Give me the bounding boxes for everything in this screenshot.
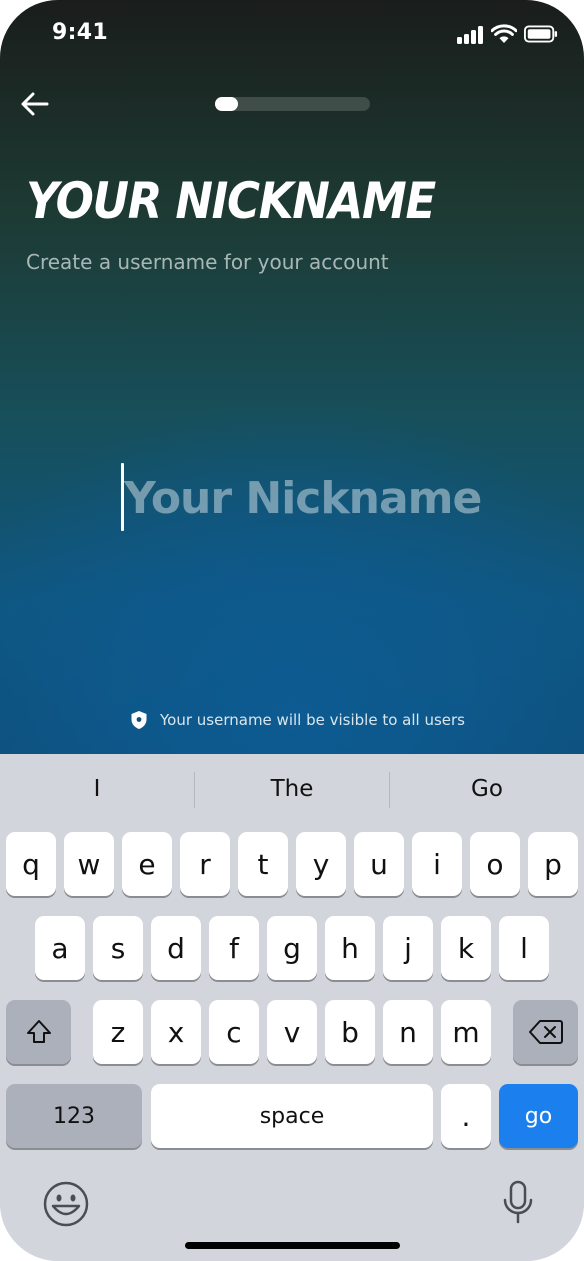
nickname-input[interactable] [118, 460, 524, 536]
home-indicator [185, 1242, 400, 1249]
key-t[interactable]: t [238, 832, 288, 896]
key-p[interactable]: p [528, 832, 578, 896]
key-m[interactable]: m [441, 1000, 491, 1064]
visibility-notice: Your username will be visible to all use… [130, 710, 465, 730]
key-i[interactable]: i [412, 832, 462, 896]
shield-icon [131, 711, 147, 729]
shift-arrow-icon [26, 1020, 51, 1043]
key-b[interactable]: b [325, 1000, 375, 1064]
wifi-icon [491, 24, 517, 43]
suggestion-bar: I The Go [0, 754, 584, 826]
suggestion-item[interactable]: The [195, 776, 389, 802]
key-x[interactable]: x [151, 1000, 201, 1064]
onboarding-progress-fill [215, 97, 239, 111]
text-cursor [121, 463, 124, 531]
key-j[interactable]: j [383, 916, 433, 980]
key-v[interactable]: v [267, 1000, 317, 1064]
period-key[interactable]: . [441, 1084, 491, 1148]
key-w[interactable]: w [64, 832, 114, 896]
key-f[interactable]: f [209, 916, 259, 980]
key-c[interactable]: c [209, 1000, 259, 1064]
key-k[interactable]: k [441, 916, 491, 980]
page-subtitle: Create a username for your account [26, 250, 389, 274]
space-key[interactable]: space [151, 1084, 433, 1148]
key-o[interactable]: o [470, 832, 520, 896]
key-n[interactable]: n [383, 1000, 433, 1064]
backspace-icon [528, 1020, 563, 1044]
key-h[interactable]: h [325, 916, 375, 980]
key-q[interactable]: q [6, 832, 56, 896]
suggestion-item[interactable]: Go [390, 776, 584, 802]
key-y[interactable]: y [296, 832, 346, 896]
numbers-key[interactable]: 123 [6, 1084, 142, 1148]
key-r[interactable]: r [180, 832, 230, 896]
back-arrow-icon[interactable] [20, 90, 50, 118]
key-d[interactable]: d [151, 916, 201, 980]
shift-key[interactable] [6, 1000, 71, 1064]
key-a[interactable]: a [35, 916, 85, 980]
phone-screen: 9:41 YOUR NICKNAME Create a username for… [0, 0, 584, 1261]
emoji-icon[interactable] [42, 1180, 90, 1228]
onboarding-progress-bar [215, 97, 370, 111]
cellular-signal-icon [457, 26, 485, 44]
key-u[interactable]: u [354, 832, 404, 896]
status-time: 9:41 [52, 20, 108, 45]
go-key[interactable]: go [499, 1084, 578, 1148]
delete-key[interactable] [513, 1000, 578, 1064]
visibility-notice-text: Your username will be visible to all use… [160, 711, 465, 729]
on-screen-keyboard: I The Go q w e r t y u i o p a s d f g h… [0, 754, 584, 1261]
key-e[interactable]: e [122, 832, 172, 896]
key-l[interactable]: l [499, 916, 549, 980]
battery-icon [524, 25, 558, 43]
microphone-icon[interactable] [502, 1180, 534, 1226]
key-z[interactable]: z [93, 1000, 143, 1064]
page-title: YOUR NICKNAME [26, 172, 436, 230]
hero-background [0, 0, 584, 754]
key-g[interactable]: g [267, 916, 317, 980]
key-s[interactable]: s [93, 916, 143, 980]
suggestion-item[interactable]: I [0, 776, 194, 802]
